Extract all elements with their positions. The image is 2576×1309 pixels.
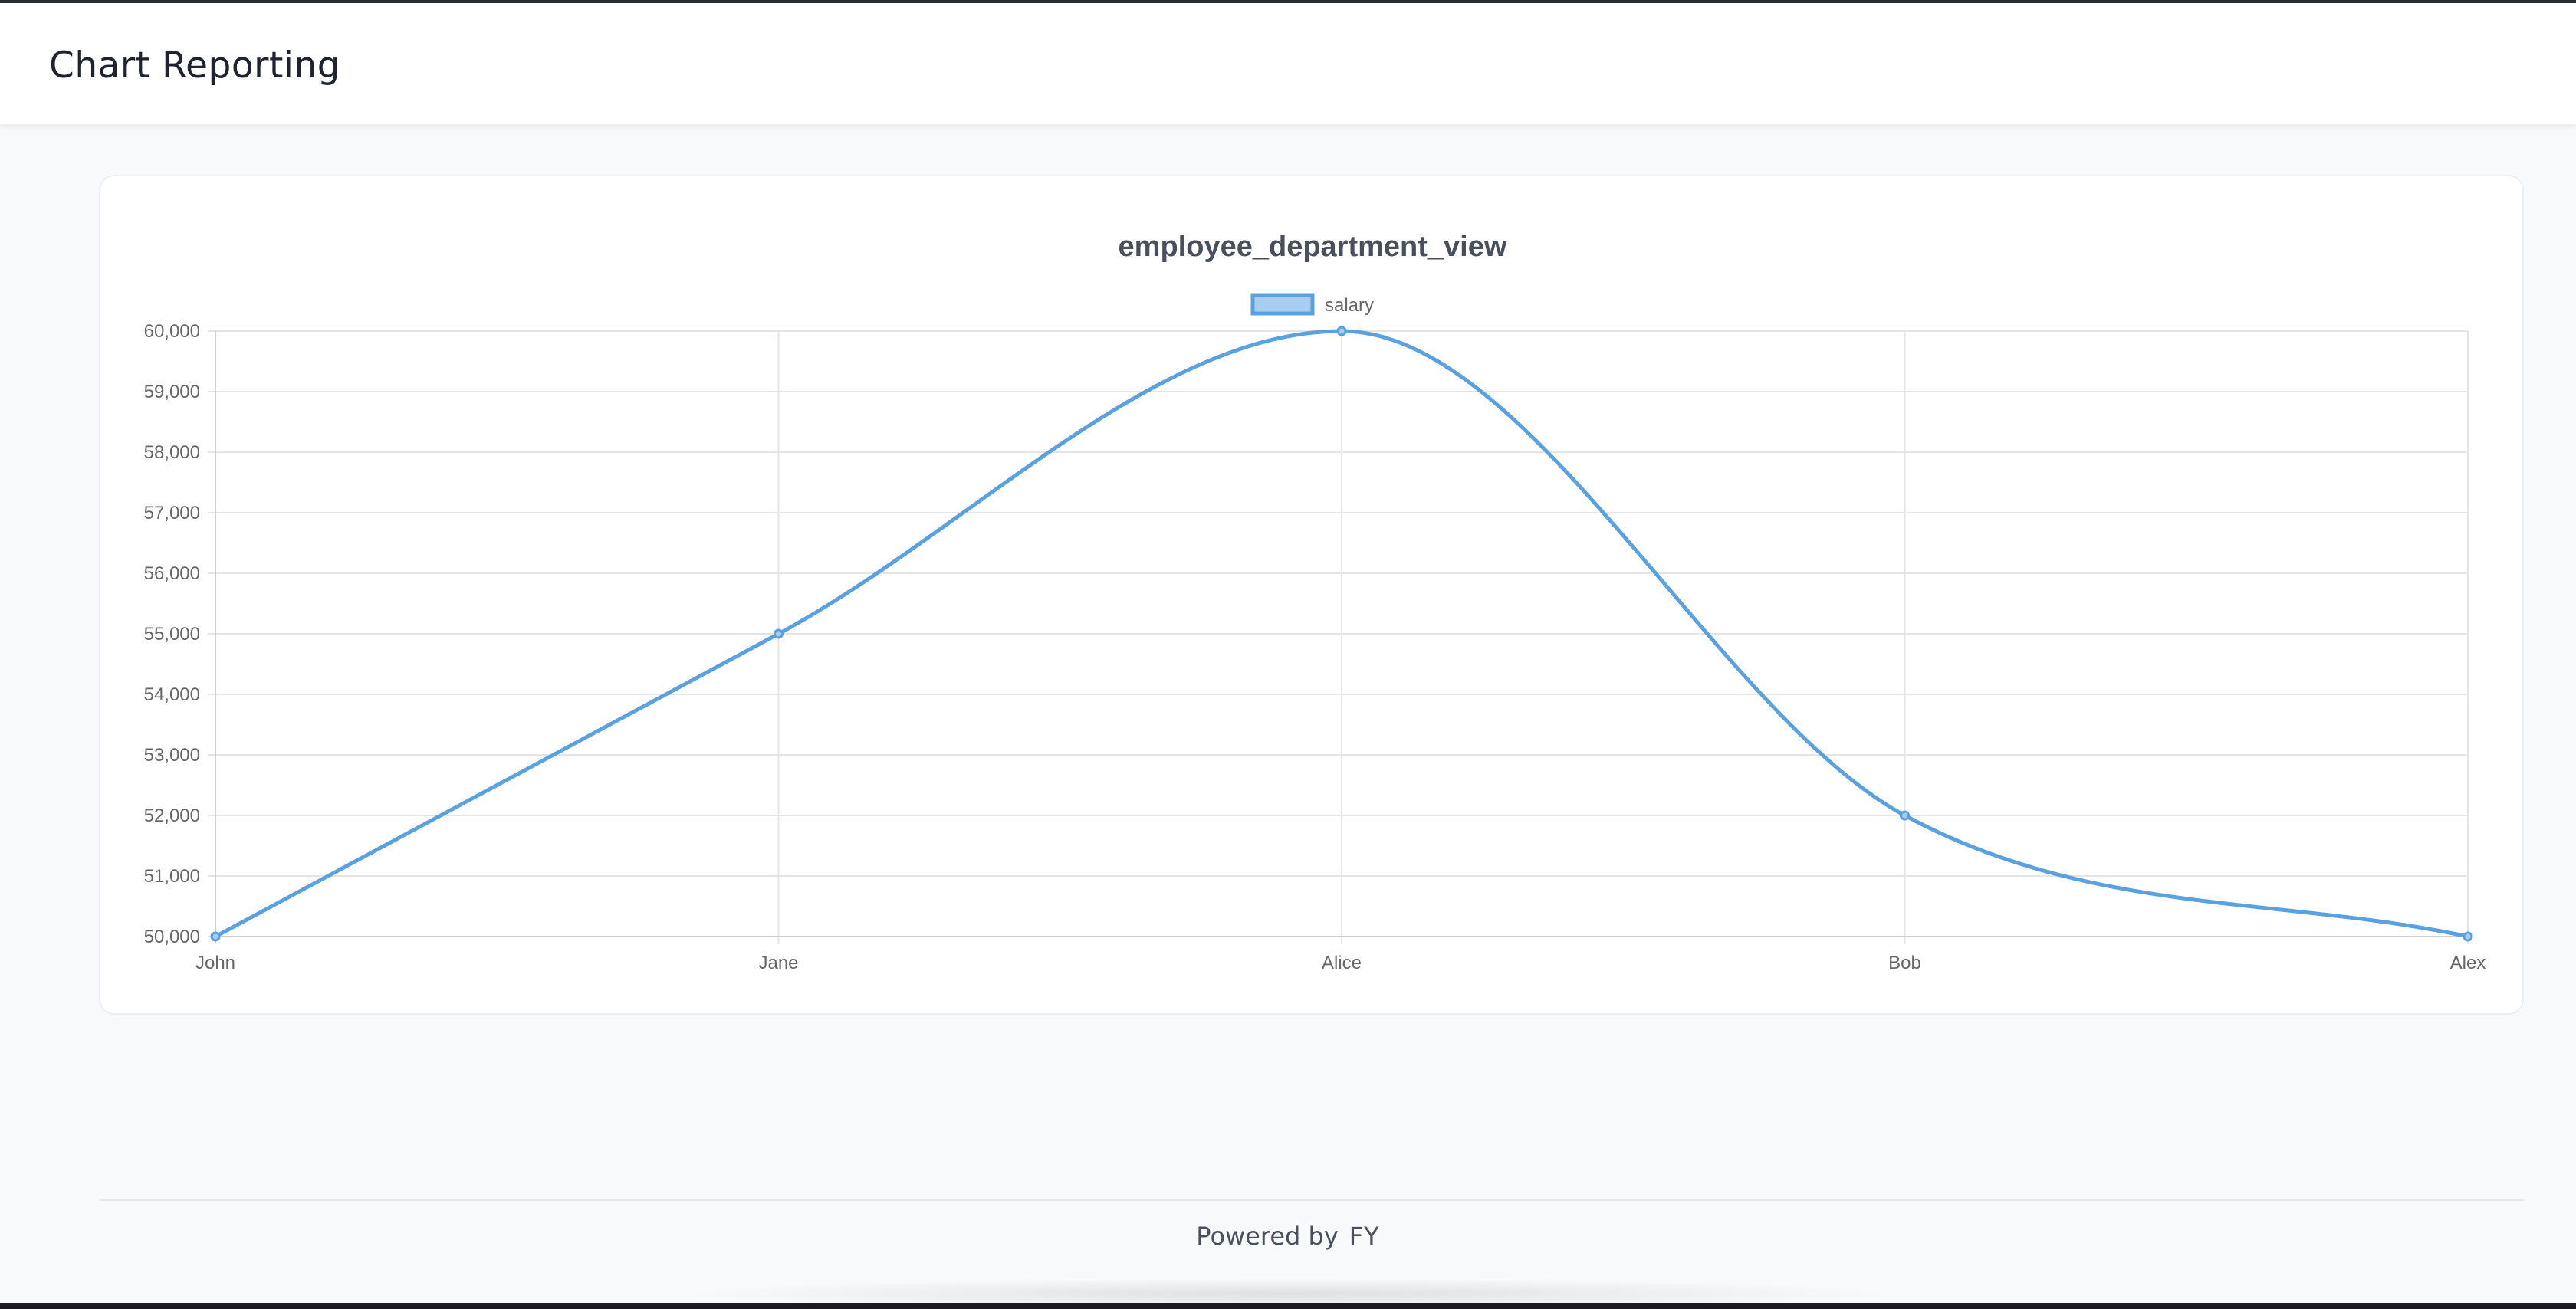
footer-divider xyxy=(99,1199,2524,1201)
x-tick-label: Alice xyxy=(1322,953,1362,973)
y-tick-label: 56,000 xyxy=(144,563,200,584)
y-tick-label: 53,000 xyxy=(144,745,200,766)
y-tick-label: 59,000 xyxy=(144,382,200,402)
chart-legend[interactable]: salary xyxy=(1250,293,1374,316)
y-tick-label: 60,000 xyxy=(144,321,200,342)
y-tick-label: 52,000 xyxy=(144,805,200,826)
chart-card: employee_department_view salary 60,000 59… xyxy=(99,175,2524,1015)
x-tick-label: Alex xyxy=(2450,953,2486,973)
y-tick-label: 50,000 xyxy=(144,927,200,947)
line-chart: employee_department_view salary 60,000 59… xyxy=(144,231,2486,973)
data-point xyxy=(1336,326,1347,336)
footer: Powered by FY xyxy=(0,1222,2576,1251)
chart-title: employee_department_view xyxy=(1119,231,1507,263)
x-tick-label: Jane xyxy=(758,953,798,973)
legend-swatch xyxy=(1250,293,1315,316)
app-header: Chart Reporting xyxy=(0,3,2576,125)
data-point xyxy=(210,931,221,942)
grid-layer xyxy=(208,330,2469,944)
x-tick-label: John xyxy=(196,953,235,973)
y-tick-label: 54,000 xyxy=(144,684,200,705)
y-tick-label: 55,000 xyxy=(144,624,200,645)
page-title: Chart Reporting xyxy=(49,44,341,87)
y-tick-label: 57,000 xyxy=(144,503,200,523)
data-point xyxy=(774,628,784,639)
legend-label: salary xyxy=(1325,295,1374,316)
powered-by-label: Powered by xyxy=(1196,1222,1339,1251)
data-point xyxy=(1900,810,1910,821)
brand-label: FY xyxy=(1349,1222,1380,1251)
y-tick-label: 58,000 xyxy=(144,442,200,463)
y-tick-label: 51,000 xyxy=(144,866,200,887)
window-bottom-bar xyxy=(0,1303,2576,1309)
x-tick-label: Bob xyxy=(1888,953,1921,973)
data-point xyxy=(2463,931,2473,942)
